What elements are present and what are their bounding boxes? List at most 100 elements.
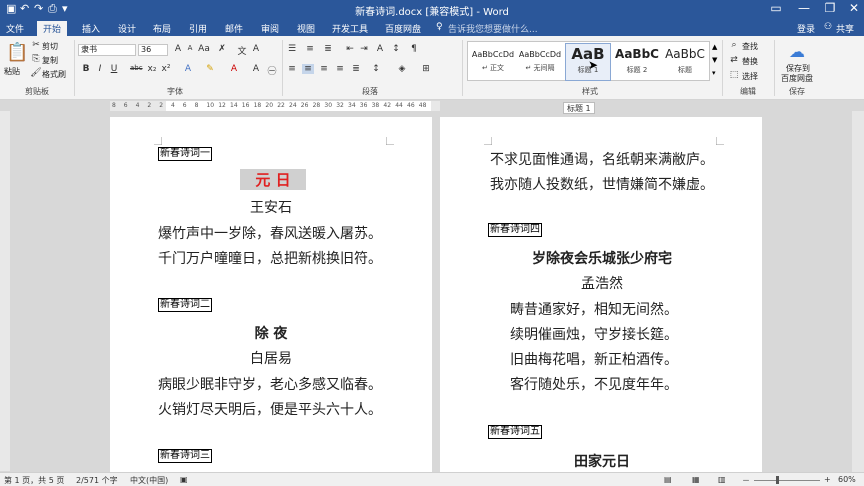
tab-mailings[interactable]: 邮件	[225, 22, 243, 35]
document-page-1[interactable]: 新春诗词一 元 日 王安石 爆竹声中一岁除，春风送暖入屠苏。 千门万户曈曈日，总…	[110, 117, 432, 472]
read-mode-icon[interactable]: ▤	[664, 475, 672, 484]
tell-me-input[interactable]: 告诉我您想要做什么...	[448, 22, 538, 35]
horizontal-ruler[interactable]: 8 6 4 2 2 4 6 8 10 12 14 16 18 20 22 24 26 28 30 32 34 36 38 42…	[110, 101, 440, 111]
copy-button[interactable]: 复制	[42, 55, 58, 66]
share-icon[interactable]: ⚇	[824, 22, 832, 32]
vertical-ruler[interactable]	[0, 111, 10, 471]
chinese-layout-icon[interactable]: A	[374, 44, 386, 54]
tab-file[interactable]: 文件	[6, 22, 24, 35]
status-bar: 第 1 页，共 5 页 2/571 个字 中文(中国) ▣ ▤ ▦ ▥ － + …	[0, 472, 864, 486]
zoom-in-button[interactable]: +	[824, 475, 831, 484]
tab-insert[interactable]: 插入	[82, 22, 100, 35]
baidu-netdisk-label[interactable]: 百度网盘	[781, 73, 813, 84]
format-painter-icon: 🖌	[30, 68, 42, 78]
close-button[interactable]: ✕	[842, 1, 864, 15]
poem-label-3: 新春诗词三	[158, 449, 212, 463]
ruler-tick-label: 24	[289, 102, 297, 109]
paragraph-group-label: 段落	[362, 87, 378, 96]
sort-icon[interactable]: ↕	[390, 44, 402, 54]
macro-icon[interactable]: ▣	[180, 475, 188, 484]
style-no-spacing[interactable]: AaBbCcDd ↵ 无间隔	[517, 44, 563, 82]
paste-icon[interactable]: 📋	[6, 42, 28, 63]
change-case-icon[interactable]: Aa	[198, 44, 210, 54]
char-shading-icon[interactable]: A	[250, 64, 262, 74]
bullets-icon[interactable]: ☰	[286, 44, 298, 54]
increase-indent-icon[interactable]: ⇥	[358, 44, 370, 54]
baidu-cloud-icon[interactable]: ☁	[788, 42, 806, 61]
language-status[interactable]: 中文(中国)	[130, 475, 168, 486]
font-color-icon[interactable]: A	[228, 64, 240, 74]
underline-icon[interactable]: U	[108, 64, 120, 74]
italic-icon[interactable]: I	[94, 64, 106, 74]
text-effects-icon[interactable]: A	[182, 64, 194, 74]
show-marks-icon[interactable]: ¶	[408, 44, 420, 54]
styles-scroll-down-icon[interactable]: ▼	[712, 56, 717, 64]
login-link[interactable]: 登录	[797, 22, 815, 35]
ruler-tick-label: 46	[407, 102, 415, 109]
minimize-button[interactable]: —	[792, 1, 816, 15]
tab-design[interactable]: 设计	[118, 22, 136, 35]
align-right-icon[interactable]: ≡	[318, 64, 330, 74]
replace-button[interactable]: 替换	[742, 56, 758, 67]
zoom-slider-thumb[interactable]	[776, 476, 779, 484]
page-count[interactable]: 第 1 页，共 5 页	[4, 475, 64, 486]
style-title-name: 标题	[678, 66, 692, 74]
numbering-icon[interactable]: ≡	[304, 44, 316, 54]
subscript-icon[interactable]: x₂	[146, 64, 158, 74]
zoom-out-button[interactable]: －	[742, 475, 750, 486]
multilevel-list-icon[interactable]: ≣	[322, 44, 334, 54]
ruler-tick-label: 32	[336, 102, 344, 109]
format-painter-button[interactable]: 格式刷	[42, 69, 66, 80]
align-left-icon[interactable]: ≡	[286, 64, 298, 74]
word-count[interactable]: 2/571 个字	[76, 475, 118, 486]
style-normal[interactable]: AaBbCcDd ↵ 正文	[470, 44, 516, 82]
superscript-icon[interactable]: x²	[160, 64, 172, 74]
grow-font-icon[interactable]: A	[172, 44, 184, 54]
document-page-2[interactable]: 不求见面惟通谒，名纸朝来满敝庐。 我亦随人投数纸，世情嫌简不嫌虚。 新春诗词四 …	[440, 117, 762, 472]
print-layout-icon[interactable]: ▦	[692, 475, 700, 484]
shrink-font-icon[interactable]: A	[184, 44, 196, 52]
vertical-scrollbar[interactable]	[852, 111, 864, 472]
zoom-level[interactable]: 60%	[838, 475, 856, 484]
tab-baidu[interactable]: 百度网盘	[385, 22, 421, 35]
tab-home[interactable]: 开始	[37, 21, 68, 36]
font-name-select[interactable]: 隶书	[78, 44, 136, 56]
enclose-char-icon[interactable]: ㊀	[266, 64, 278, 77]
tab-developer[interactable]: 开发工具	[332, 22, 368, 35]
tab-references[interactable]: 引用	[189, 22, 207, 35]
tab-layout[interactable]: 布局	[153, 22, 171, 35]
poem-line: 不求见面惟通谒，名纸朝来满敝庐。	[490, 152, 714, 168]
strikethrough-icon[interactable]: abc	[130, 64, 143, 72]
align-center-icon[interactable]: ≡	[302, 64, 314, 74]
clear-format-icon[interactable]: ✗	[216, 44, 228, 54]
ruler-tick-label: 12	[218, 102, 226, 109]
bold-icon[interactable]: B	[80, 64, 92, 74]
char-border-icon[interactable]: A	[250, 44, 262, 54]
borders-icon[interactable]: ⊞	[420, 64, 432, 74]
styles-scroll-up-icon[interactable]: ▲	[712, 43, 717, 51]
zoom-slider[interactable]	[754, 480, 820, 481]
highlight-icon[interactable]: ✎	[204, 64, 216, 74]
style-heading-2[interactable]: AaBbC 标题 2	[614, 44, 660, 82]
justify-icon[interactable]: ≡	[334, 64, 346, 74]
share-button[interactable]: 共享	[836, 22, 854, 35]
styles-more-icon[interactable]: ▾	[712, 69, 716, 77]
cut-button[interactable]: 剪切	[42, 41, 58, 52]
paste-button[interactable]: 粘贴	[4, 66, 20, 77]
ribbon-display-icon[interactable]: ▭	[764, 1, 788, 15]
tab-review[interactable]: 审阅	[261, 22, 279, 35]
shading-icon[interactable]: ◈	[396, 64, 408, 74]
line-spacing-icon[interactable]: ↕	[370, 64, 382, 74]
distribute-icon[interactable]: ≣	[350, 64, 362, 74]
ruler-tick-label: 8	[194, 102, 199, 109]
web-layout-icon[interactable]: ▥	[718, 475, 726, 484]
font-size-select[interactable]: 36	[138, 44, 168, 56]
find-button[interactable]: 查找	[742, 41, 758, 52]
tab-view[interactable]: 视图	[297, 22, 315, 35]
decrease-indent-icon[interactable]: ⇤	[344, 44, 356, 54]
select-button[interactable]: 选择	[742, 71, 758, 82]
restore-button[interactable]: ❐	[818, 1, 842, 15]
style-title[interactable]: AaBbC 标题	[662, 44, 708, 82]
ruler-tick-label: 6	[182, 102, 187, 109]
phonetic-icon[interactable]: 文	[236, 44, 248, 57]
